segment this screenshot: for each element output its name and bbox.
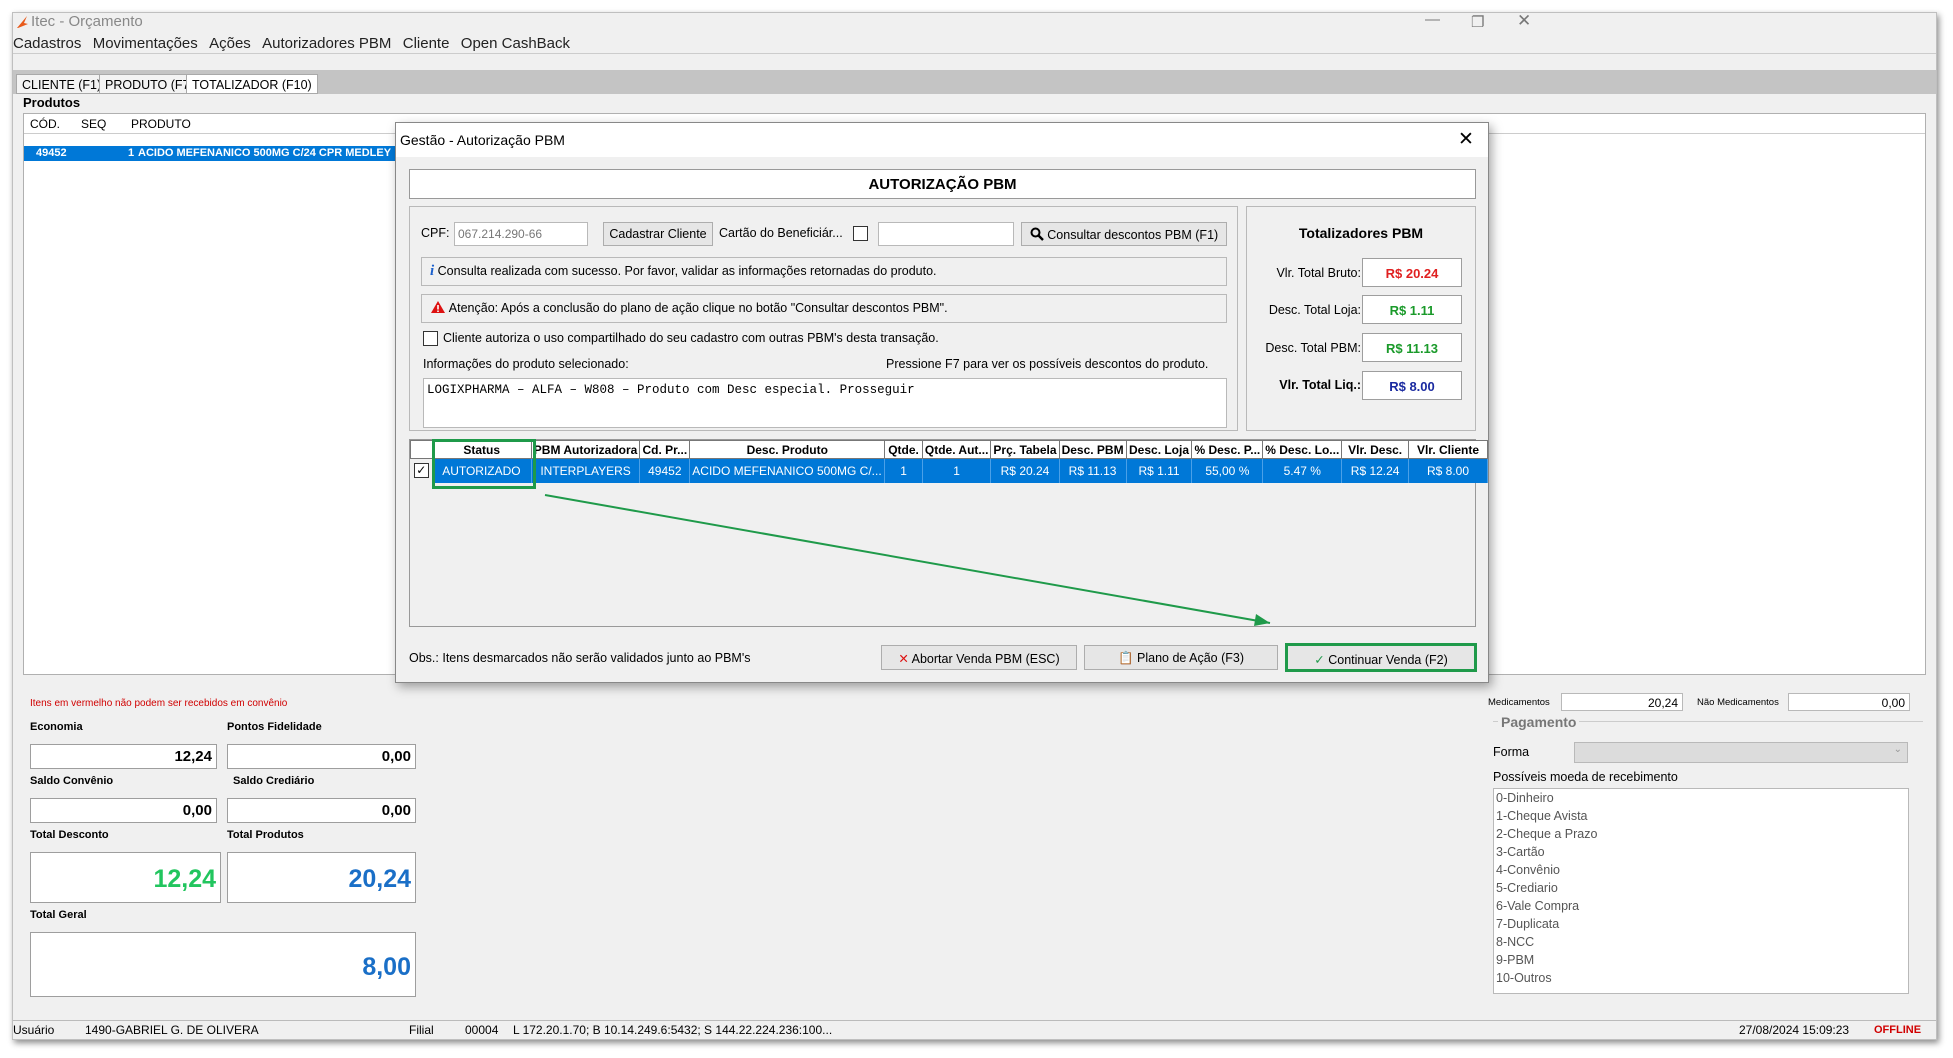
annotation-arrow bbox=[544, 494, 1271, 626]
